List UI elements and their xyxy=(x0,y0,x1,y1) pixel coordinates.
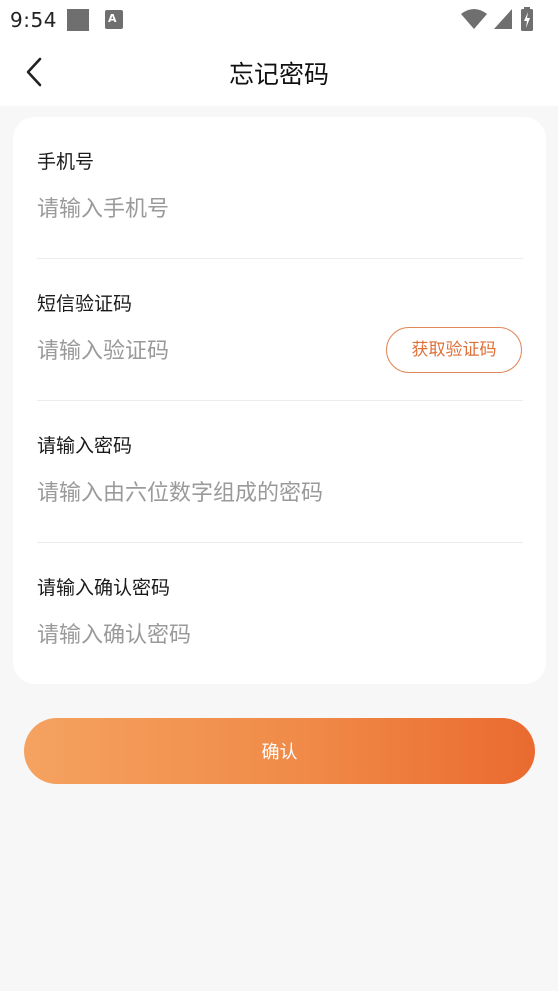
sms-code-input[interactable] xyxy=(37,334,337,368)
forgot-password-form: 手机号 短信验证码 获取验证码 请输入密码 请输入确认密码 xyxy=(13,117,546,684)
confirm-password-label: 请输入确认密码 xyxy=(37,577,171,599)
sms-code-label: 短信验证码 xyxy=(37,293,133,315)
confirm-password-field: 请输入确认密码 xyxy=(37,543,522,685)
wifi-icon xyxy=(461,9,487,29)
password-input[interactable] xyxy=(37,476,477,510)
notification-square-icon xyxy=(67,9,89,31)
password-label: 请输入密码 xyxy=(37,435,133,457)
cell-signal-icon xyxy=(494,9,512,29)
password-field: 请输入密码 xyxy=(37,401,522,543)
status-indicators xyxy=(460,7,550,31)
phone-label: 手机号 xyxy=(37,151,95,173)
page-title: 忘记密码 xyxy=(228,60,329,89)
sms-code-field: 短信验证码 获取验证码 xyxy=(37,259,522,401)
nav-bar: 忘记密码 xyxy=(0,38,558,106)
notification-app-letter: A xyxy=(108,12,117,25)
status-time: 9:54 xyxy=(10,8,57,32)
confirm-button[interactable]: 确认 xyxy=(24,718,535,784)
phone-field: 手机号 xyxy=(37,117,522,259)
get-code-button[interactable]: 获取验证码 xyxy=(386,327,522,373)
status-bar: 9:54 A xyxy=(0,0,558,38)
battery-charging-icon xyxy=(521,7,533,31)
notification-app-icon: A xyxy=(105,10,123,29)
phone-input[interactable] xyxy=(37,192,377,226)
confirm-password-input[interactable] xyxy=(37,618,377,652)
